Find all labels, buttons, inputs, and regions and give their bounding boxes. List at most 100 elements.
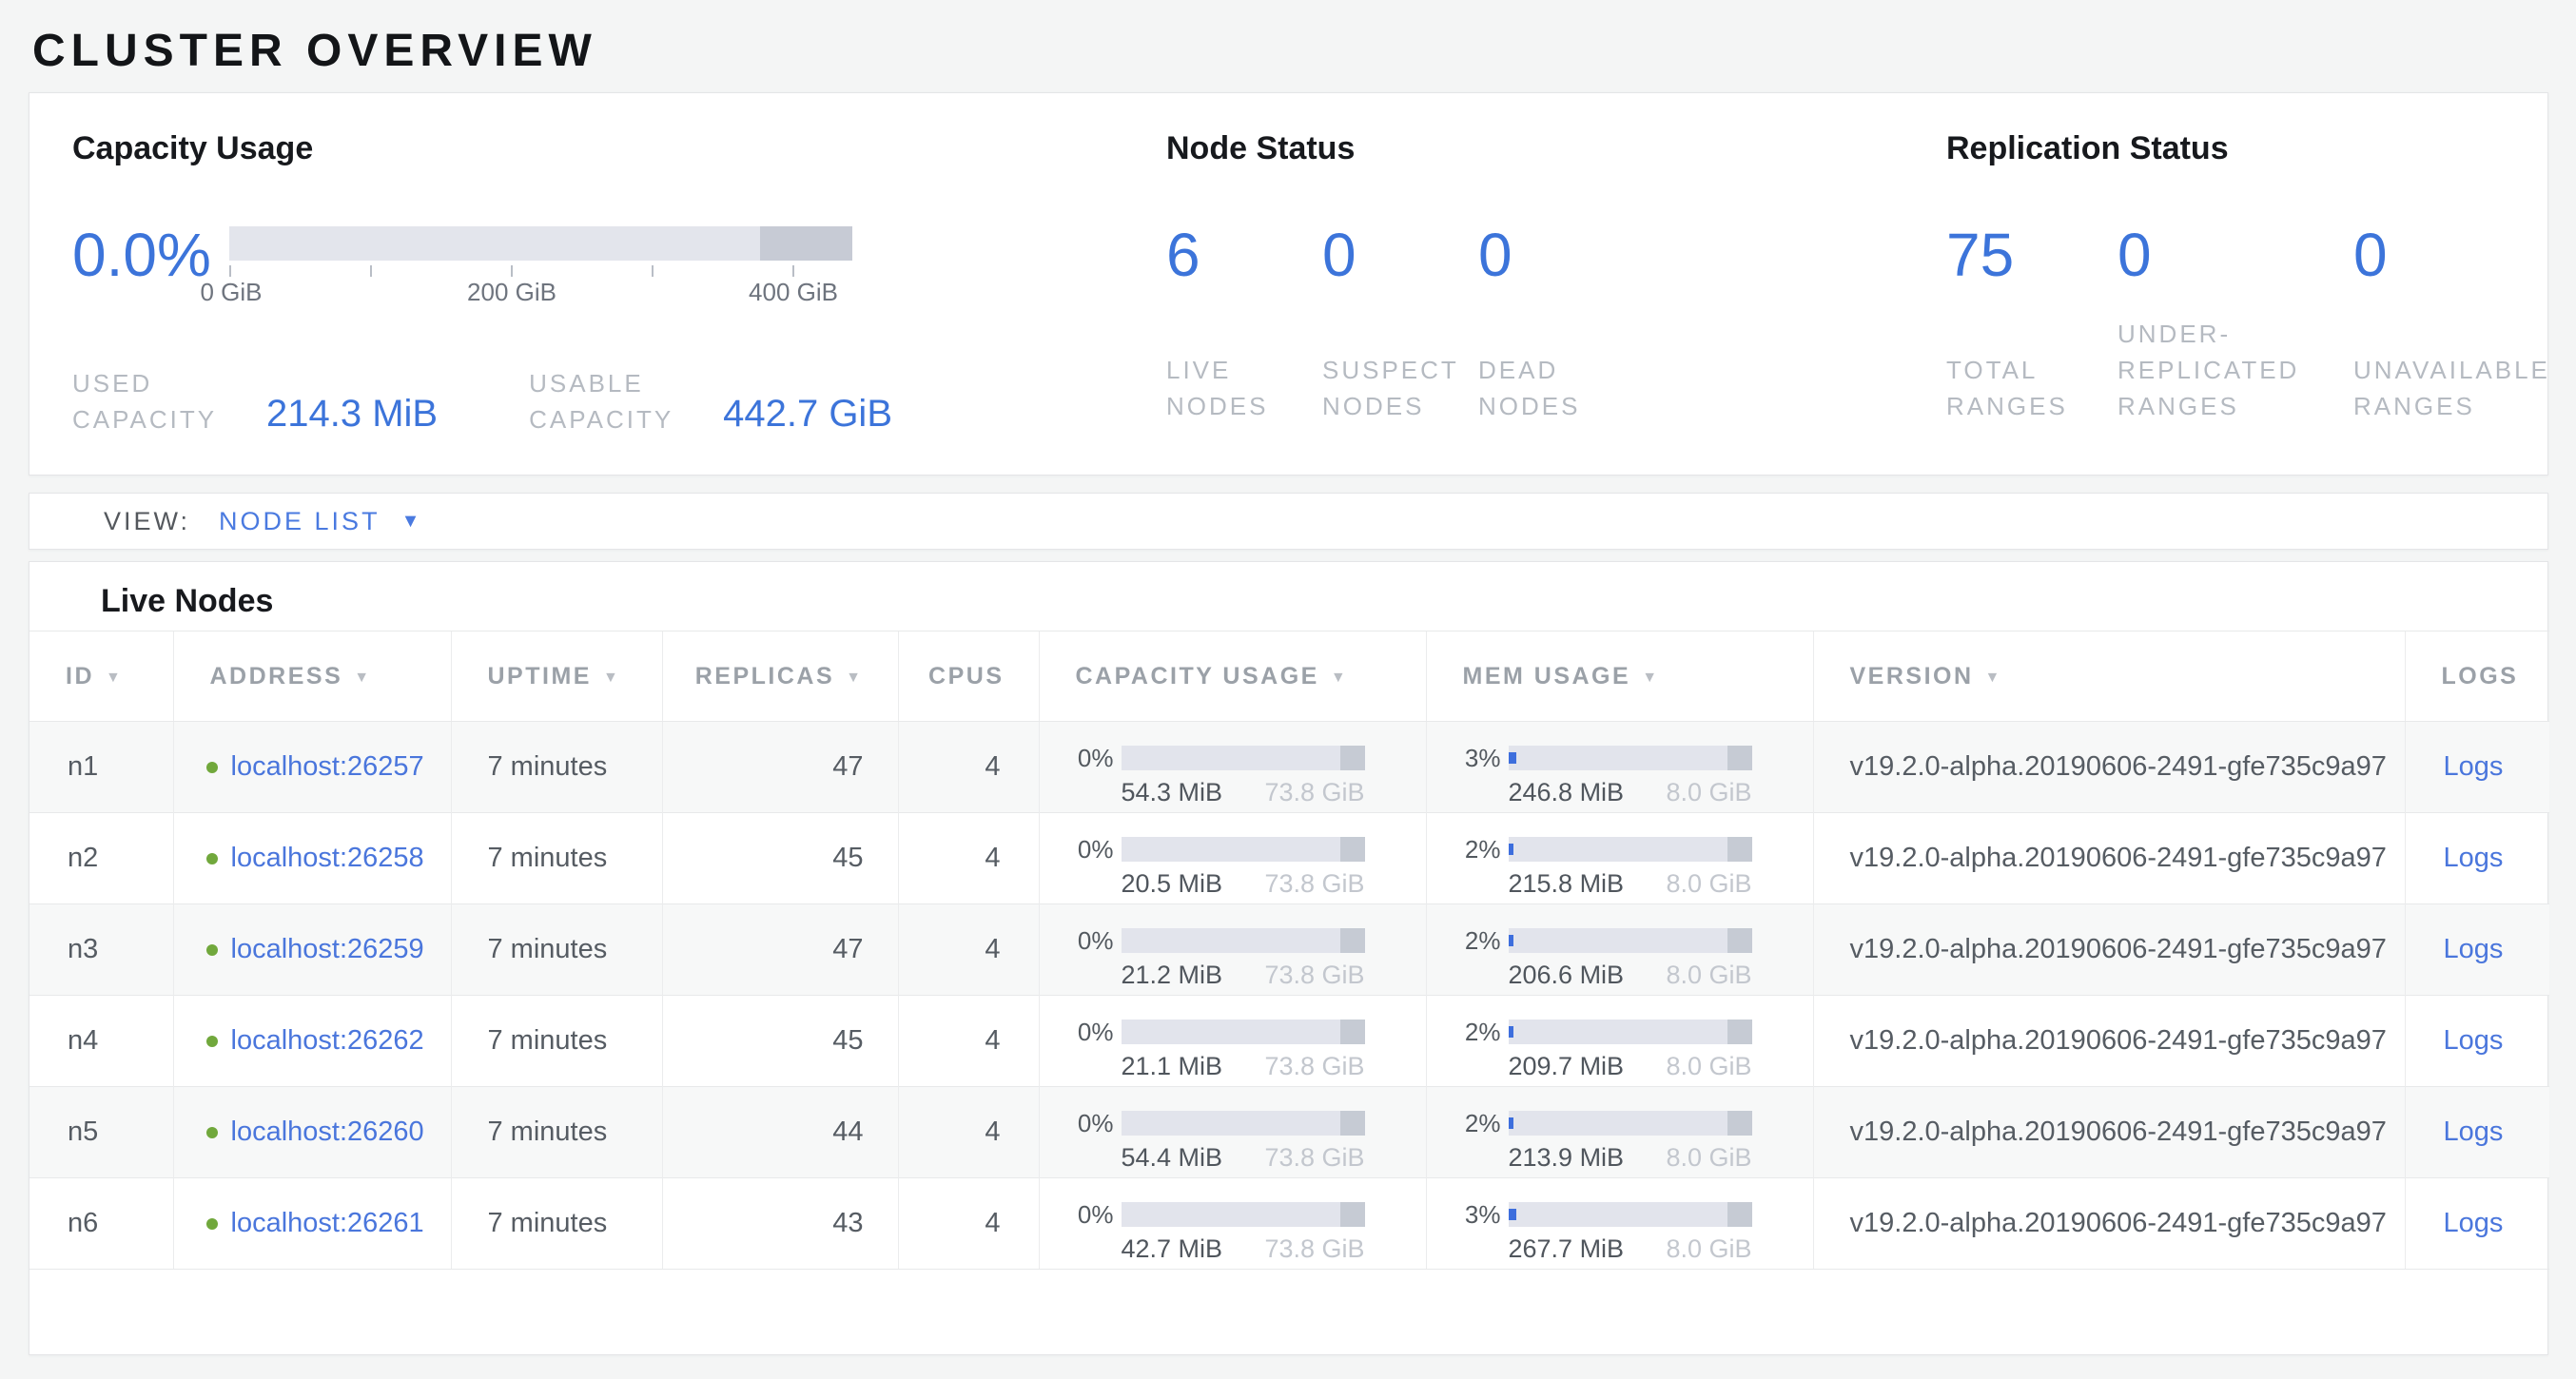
column-header-label: ID: [66, 663, 94, 690]
mem-usage-values: 213.9 MiB8.0 GiB: [1509, 1143, 1752, 1172]
mem-usage-values: 215.8 MiB8.0 GiB: [1509, 869, 1752, 898]
usage-fill: [1509, 844, 1513, 855]
cell-replicas: 45: [662, 996, 898, 1087]
column-header-capacity[interactable]: CAPACITY USAGE ▼: [1039, 631, 1426, 722]
column-header-version[interactable]: VERSION▼: [1813, 631, 2405, 722]
page-title: CLUSTER OVERVIEW: [0, 0, 2576, 92]
view-selector-bar: VIEW: NODE LIST ▼: [29, 493, 2548, 550]
node-status-stats: 6LIVE NODES0SUSPECT NODES0DEAD NODES: [1166, 219, 1946, 424]
total-value: 73.8 GiB: [1264, 1143, 1364, 1172]
cell-address: localhost:26259: [173, 904, 451, 996]
mem-usage-bar: [1509, 1111, 1752, 1136]
replication-status-section: Replication Status 75TOTAL RANGES0UNDER-…: [1946, 129, 2572, 475]
logs-link[interactable]: Logs: [2444, 843, 2504, 873]
cell-cpus: 4: [898, 996, 1039, 1087]
column-header-label: LOGS: [2442, 663, 2519, 690]
total-value: 8.0 GiB: [1666, 1143, 1751, 1172]
capacity-usage-bar: [1122, 1020, 1365, 1044]
summary-stat: 0UNAVAILABLE RANGES: [2353, 219, 2572, 424]
capacity-usage-values: 42.7 MiB73.8 GiB: [1122, 1234, 1365, 1263]
capacity-reserved-segment: [1727, 746, 1752, 770]
cell-cpus: 4: [898, 1087, 1039, 1178]
total-value: 8.0 GiB: [1666, 869, 1751, 898]
table-header-row: ID▼ADDRESS▼UPTIME▼REPLICAS▼CPUSCAPACITY …: [29, 631, 2549, 722]
cell-logs: Logs: [2405, 722, 2549, 813]
cell-cpus: 4: [898, 722, 1039, 813]
capacity-usage-percent-label: 0%: [1066, 928, 1122, 954]
column-header-address[interactable]: ADDRESS▼: [173, 631, 451, 722]
cell-version: v19.2.0-alpha.20190606-2491-gfe735c9a97: [1813, 1178, 2405, 1270]
capacity-reserved-segment: [1340, 837, 1365, 862]
table-row: n6localhost:262617 minutes4340%42.7 MiB7…: [29, 1178, 2549, 1270]
stat-value: 6: [1166, 219, 1322, 291]
cell-cpus: 4: [898, 904, 1039, 996]
summary-stat: 0UNDER-REPLICATED RANGES: [2117, 219, 2353, 424]
used-capacity-stat: USED CAPACITY 214.3 MiB: [72, 358, 438, 437]
capacity-usage-bar: [229, 226, 852, 261]
node-address-link[interactable]: localhost:26258: [231, 843, 424, 873]
capacity-reserved-segment: [1727, 928, 1752, 953]
cell-version: v19.2.0-alpha.20190606-2491-gfe735c9a97: [1813, 1087, 2405, 1178]
sort-desc-icon: ▼: [1331, 670, 1348, 686]
mem-usage-percent-label: 2%: [1454, 837, 1509, 863]
column-header-uptime[interactable]: UPTIME▼: [451, 631, 662, 722]
live-nodes-card: Live Nodes ID▼ADDRESS▼UPTIME▼REPLICAS▼CP…: [29, 561, 2548, 1355]
capacity-usage-bar: [1122, 837, 1365, 862]
node-address-link[interactable]: localhost:26262: [231, 1025, 424, 1056]
usable-capacity-stat: USABLE CAPACITY 442.7 GiB: [529, 358, 892, 437]
cell-replicas: 47: [662, 722, 898, 813]
axis-label: 200 GiB: [467, 278, 556, 307]
capacity-axis-labels: 0 GiB 200 GiB 400 GiB: [229, 278, 852, 306]
summary-stat: 0SUSPECT NODES: [1322, 219, 1478, 424]
column-header-replicas[interactable]: REPLICAS▼: [662, 631, 898, 722]
cell-capacity-usage: 0%54.4 MiB73.8 GiB: [1039, 1087, 1426, 1178]
cell-replicas: 45: [662, 813, 898, 904]
stat-label: TOTAL RANGES: [1946, 320, 2117, 424]
capacity-reserved-segment: [1340, 746, 1365, 770]
logs-link[interactable]: Logs: [2444, 934, 2504, 964]
live-nodes-heading: Live Nodes: [29, 583, 2547, 619]
cell-replicas: 43: [662, 1178, 898, 1270]
column-header-cpus: CPUS: [898, 631, 1039, 722]
column-header-label: CAPACITY USAGE: [1076, 663, 1319, 690]
column-header-id[interactable]: ID▼: [29, 631, 173, 722]
capacity-usage-values: 20.5 MiB73.8 GiB: [1122, 869, 1365, 898]
mem-usage-values: 209.7 MiB8.0 GiB: [1509, 1052, 1752, 1080]
node-live-dot-icon: [206, 762, 218, 773]
node-address-link[interactable]: localhost:26260: [231, 1117, 424, 1147]
usage-fill: [1509, 935, 1513, 946]
stat-label: UNAVAILABLE RANGES: [2353, 320, 2572, 424]
used-value: 54.4 MiB: [1122, 1143, 1223, 1172]
cell-mem-usage: 2%215.8 MiB8.0 GiB: [1426, 813, 1813, 904]
node-address-link[interactable]: localhost:26259: [231, 934, 424, 964]
capacity-usage-section: Capacity Usage 0.0% 0 GiB 200 GiB 400 Gi…: [72, 129, 1166, 475]
node-live-dot-icon: [206, 1218, 218, 1230]
mem-usage-percent-label: 3%: [1454, 1202, 1509, 1228]
column-header-mem[interactable]: MEM USAGE▼: [1426, 631, 1813, 722]
logs-link[interactable]: Logs: [2444, 1117, 2504, 1147]
mem-usage-bar: [1509, 746, 1752, 770]
cell-node-id: n1: [29, 722, 173, 813]
replication-status-stats: 75TOTAL RANGES0UNDER-REPLICATED RANGES0U…: [1946, 219, 2572, 424]
used-value: 209.7 MiB: [1509, 1052, 1625, 1080]
mem-usage-values: 267.7 MiB8.0 GiB: [1509, 1234, 1752, 1263]
sort-desc-icon: ▼: [846, 670, 863, 686]
column-header-label: VERSION: [1850, 663, 1974, 690]
capacity-reserved-segment: [760, 226, 852, 261]
node-address-link[interactable]: localhost:26257: [231, 751, 424, 782]
capacity-usage-values: 21.1 MiB73.8 GiB: [1122, 1052, 1365, 1080]
summary-stat: 0DEAD NODES: [1478, 219, 1634, 424]
mem-usage-bar: [1509, 1020, 1752, 1044]
cell-replicas: 44: [662, 1087, 898, 1178]
cell-capacity-usage: 0%42.7 MiB73.8 GiB: [1039, 1178, 1426, 1270]
table-row: n2localhost:262587 minutes4540%20.5 MiB7…: [29, 813, 2549, 904]
used-value: 267.7 MiB: [1509, 1234, 1625, 1263]
node-address-link[interactable]: localhost:26261: [231, 1208, 424, 1238]
table-row: n1localhost:262577 minutes4740%54.3 MiB7…: [29, 722, 2549, 813]
logs-link[interactable]: Logs: [2444, 751, 2504, 782]
table-row: n4localhost:262627 minutes4540%21.1 MiB7…: [29, 996, 2549, 1087]
logs-link[interactable]: Logs: [2444, 1208, 2504, 1238]
cell-address: localhost:26261: [173, 1178, 451, 1270]
logs-link[interactable]: Logs: [2444, 1025, 2504, 1056]
view-dropdown[interactable]: NODE LIST ▼: [219, 507, 422, 536]
